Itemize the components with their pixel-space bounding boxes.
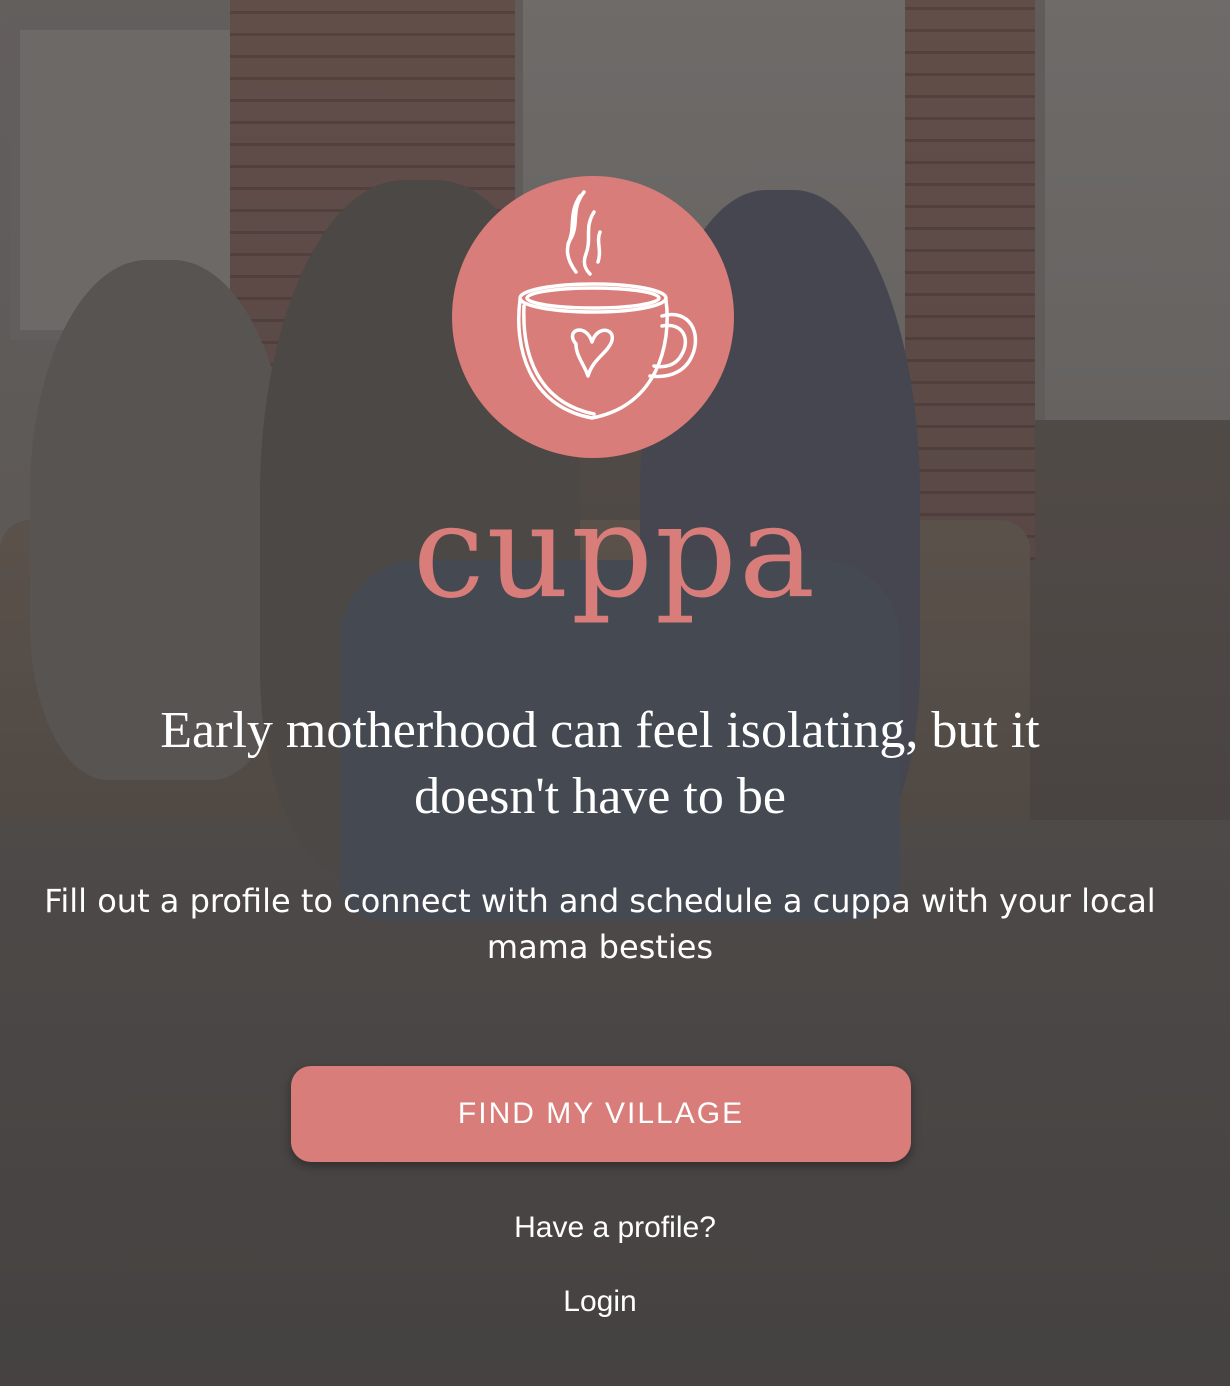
- hero-headline: Early motherhood can feel isolating, but…: [160, 702, 1040, 825]
- logo: [452, 176, 734, 458]
- login-link[interactable]: Login: [540, 1280, 660, 1324]
- have-profile-text: Have a profile?: [514, 1211, 716, 1244]
- brand-name: cuppa: [412, 478, 818, 627]
- find-my-village-button[interactable]: FIND MY VILLAGE: [291, 1066, 911, 1162]
- landing-content: cuppa Early motherhood can feel isolatin…: [0, 0, 1230, 1386]
- coffee-cup-heart-icon: [516, 190, 698, 420]
- hero-subtext: Fill out a profile to connect with and s…: [44, 882, 1156, 966]
